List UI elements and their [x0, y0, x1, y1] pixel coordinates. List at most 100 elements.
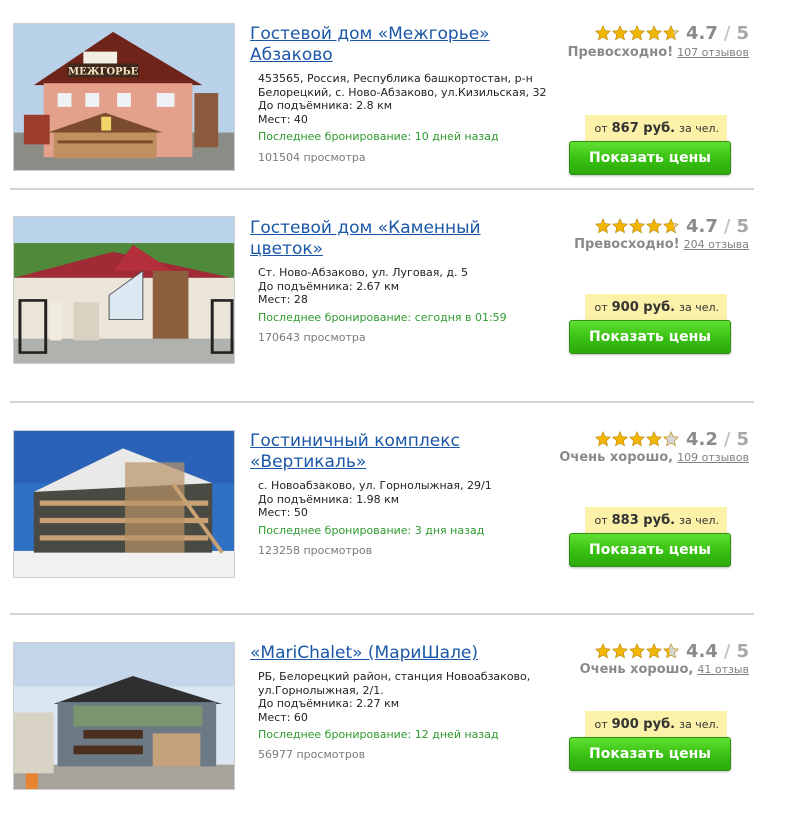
views-count: 170643 просмотра: [258, 331, 366, 344]
hotel-info: Ст. Ново-Абзаково, ул. Луговая, д. 5 До …: [258, 266, 578, 307]
star-full-icon: [646, 431, 662, 447]
rating: 4.2 / 5: [595, 428, 749, 450]
star-full-icon: [629, 25, 645, 41]
rating: 4.4 / 5: [595, 640, 749, 662]
hotel-sign: МЕЖГОРЬЕ: [68, 66, 139, 77]
last-booking: Последнее бронирование: 12 дней назад: [258, 728, 499, 741]
rating-max: 5: [736, 428, 749, 450]
hotel-photo[interactable]: [13, 216, 235, 364]
show-prices-button[interactable]: Показать цены: [569, 533, 731, 567]
star-full-icon: [629, 431, 645, 447]
star-full-icon: [612, 431, 628, 447]
star-full-icon: [612, 25, 628, 41]
price-unit: за чел.: [679, 121, 719, 135]
seats-count: Мест: 40: [258, 112, 308, 126]
hotel-info: 453565, Россия, Республика башкортостан,…: [258, 72, 578, 126]
views-count: 56977 просмотров: [258, 748, 366, 761]
hotel-address: с. Новоабзаково, ул. Горнолыжная, 29/1: [258, 479, 492, 492]
rating-separator: /: [723, 22, 731, 44]
star-full-icon: [612, 218, 628, 234]
hotel-title-link[interactable]: «MariChalet» (МариШале): [250, 643, 550, 664]
views-count: 123258 просмотров: [258, 544, 373, 557]
rating-verdict: Очень хорошо, 41 отзыв: [580, 662, 749, 678]
show-prices-button[interactable]: Показать цены: [569, 320, 731, 354]
star-rating: [595, 431, 679, 447]
star-full-icon: [646, 25, 662, 41]
divider: [10, 613, 754, 615]
hotel-title-link[interactable]: Гостевой дом «Межгорье» Абзаково: [250, 24, 550, 66]
rating-verdict: Превосходно! 107 отзывов: [568, 45, 749, 61]
price-amount: 883 руб.: [611, 512, 676, 528]
hotel-photo[interactable]: МЕЖГОРЬЕ: [13, 23, 235, 171]
price-from: от: [594, 513, 608, 527]
verdict-text: Очень хорошо,: [559, 450, 674, 465]
star-full-icon: [612, 643, 628, 659]
star-partial-icon: [663, 25, 679, 41]
star-full-icon: [629, 218, 645, 234]
price-from: от: [594, 717, 608, 731]
reviews-link[interactable]: 109 отзывов: [677, 451, 749, 464]
hotel-photo[interactable]: [13, 430, 235, 578]
verdict-text: Превосходно!: [574, 237, 680, 252]
lift-distance: До подъёмника: 1.98 км: [258, 492, 400, 506]
reviews-link[interactable]: 107 отзывов: [677, 46, 749, 59]
hotel-info: с. Новоабзаково, ул. Горнолыжная, 29/1 Д…: [258, 479, 578, 520]
hotel-address: РБ, Белорецкий район, станция Новоабзако…: [258, 670, 531, 697]
last-booking: Последнее бронирование: 10 дней назад: [258, 130, 499, 143]
star-partial-icon: [663, 218, 679, 234]
show-prices-button[interactable]: Показать цены: [569, 141, 731, 175]
rating-score: 4.4: [686, 640, 718, 662]
price-tag: от 900 руб. за чел.: [584, 711, 727, 737]
seats-count: Мест: 28: [258, 293, 308, 306]
rating-separator: /: [723, 640, 731, 662]
price-from: от: [594, 300, 608, 314]
seats-count: Мест: 50: [258, 506, 308, 519]
rating-verdict: Превосходно! 204 отзыва: [574, 237, 749, 253]
star-full-icon: [595, 431, 611, 447]
price-unit: за чел.: [679, 300, 719, 314]
rating-score: 4.7: [686, 22, 718, 44]
divider: [10, 401, 754, 403]
star-rating: [595, 218, 679, 234]
rating-max: 5: [736, 640, 749, 662]
star-full-icon: [595, 25, 611, 41]
hotel-address: Ст. Ново-Абзаково, ул. Луговая, д. 5: [258, 266, 468, 279]
divider: [10, 188, 754, 190]
hotel-info: РБ, Белорецкий район, станция Новоабзако…: [258, 670, 578, 724]
seats-count: Мест: 60: [258, 710, 308, 724]
star-full-icon: [646, 643, 662, 659]
hotel-address: 453565, Россия, Республика башкортостан,…: [258, 72, 547, 99]
price-tag: от 867 руб. за чел.: [584, 115, 727, 141]
star-partial-icon: [663, 431, 679, 447]
hotel-title-link[interactable]: Гостевой дом «Каменный цветок»: [250, 218, 550, 260]
star-rating: [595, 25, 679, 41]
star-rating: [595, 643, 679, 659]
price-unit: за чел.: [679, 513, 719, 527]
hotel-title-link[interactable]: Гостиничный комплекс «Вертикаль»: [250, 431, 550, 473]
lift-distance: До подъёмника: 2.8 км: [258, 99, 393, 112]
rating-verdict: Очень хорошо, 109 отзывов: [559, 450, 749, 466]
price-amount: 900 руб.: [611, 299, 676, 315]
star-full-icon: [646, 218, 662, 234]
price-tag: от 900 руб. за чел.: [584, 294, 727, 320]
verdict-text: Превосходно!: [567, 45, 674, 60]
reviews-link[interactable]: 41 отзыв: [697, 663, 749, 676]
rating-separator: /: [723, 215, 731, 237]
price-tag: от 883 руб. за чел.: [584, 507, 727, 533]
last-booking: Последнее бронирование: 3 дня назад: [258, 524, 485, 537]
rating-max: 5: [736, 215, 749, 237]
rating-score: 4.7: [686, 215, 718, 237]
reviews-link[interactable]: 204 отзыва: [684, 238, 749, 251]
rating-max: 5: [736, 22, 749, 44]
rating-separator: /: [723, 428, 731, 450]
hotel-photo[interactable]: [13, 642, 235, 790]
rating: 4.7 / 5: [595, 215, 749, 237]
show-prices-button[interactable]: Показать цены: [569, 737, 731, 771]
verdict-text: Очень хорошо,: [579, 662, 694, 677]
star-full-icon: [595, 218, 611, 234]
star-full-icon: [629, 643, 645, 659]
rating-score: 4.2: [686, 428, 718, 450]
price-unit: за чел.: [679, 717, 719, 731]
last-booking: Последнее бронирование: сегодня в 01:59: [258, 311, 507, 324]
star-full-icon: [595, 643, 611, 659]
